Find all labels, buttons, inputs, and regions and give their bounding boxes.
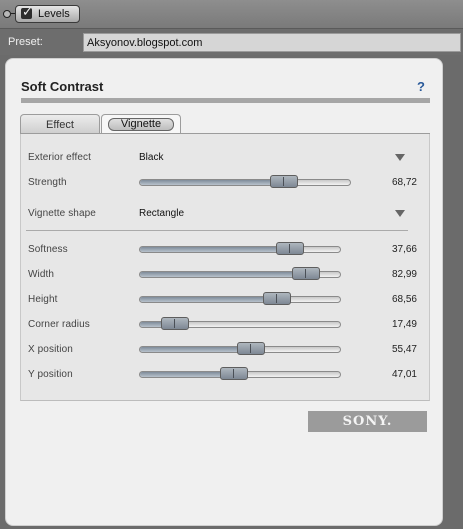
- corner-radius-slider-thumb[interactable]: [161, 317, 189, 330]
- y-position-slider-thumb[interactable]: [220, 367, 248, 380]
- height-slider-fill: [140, 297, 277, 302]
- corner-radius-slider[interactable]: [139, 317, 341, 330]
- preset-row: Preset: Aksyonov.blogspot.com: [0, 29, 463, 55]
- dropdown-arrow-icon[interactable]: [395, 210, 405, 217]
- plugin-chain-bar: ✓ Levels: [0, 0, 463, 29]
- width-value: 82,99: [391, 269, 417, 280]
- vignette-tab-content: Exterior effect Black Strength 68,72 Vig…: [20, 134, 430, 401]
- corner-radius-label: Corner radius: [28, 319, 90, 330]
- tab-effect[interactable]: Effect: [20, 114, 100, 133]
- strength-slider-fill: [140, 180, 284, 185]
- tab-bar: Effect Vignette: [20, 114, 430, 134]
- height-value: 68,56: [391, 294, 417, 305]
- checkbox-icon[interactable]: ✓: [21, 4, 33, 19]
- y-position-row: Y position 47,01: [21, 365, 431, 385]
- width-slider-thumb[interactable]: [292, 267, 320, 280]
- corner-radius-row: Corner radius 17,49: [21, 315, 431, 335]
- x-position-row: X position 55,47: [21, 340, 431, 360]
- width-slider-fill: [140, 272, 306, 277]
- sony-logo: SONY.: [308, 411, 427, 432]
- strength-slider[interactable]: [139, 175, 351, 188]
- dropdown-arrow-icon[interactable]: [395, 154, 405, 161]
- tab-vignette[interactable]: Vignette: [101, 114, 181, 133]
- softness-label: Softness: [28, 244, 68, 255]
- x-position-slider-fill: [140, 347, 251, 352]
- softness-value: 37,66: [391, 244, 417, 255]
- width-slider[interactable]: [139, 267, 341, 280]
- exterior-effect-row: Exterior effect Black: [21, 148, 431, 168]
- softness-slider-thumb[interactable]: [276, 242, 304, 255]
- height-row: Height 68,56: [21, 290, 431, 310]
- section-divider: [26, 230, 408, 231]
- vignette-shape-row: Vignette shape Rectangle: [21, 204, 431, 224]
- levels-plugin-button[interactable]: ✓ Levels: [15, 4, 80, 23]
- x-position-slider-thumb[interactable]: [237, 342, 265, 355]
- exterior-effect-label: Exterior effect: [28, 152, 92, 163]
- strength-label: Strength: [28, 177, 67, 188]
- corner-radius-value: 17,49: [391, 319, 417, 330]
- height-label: Height: [28, 294, 58, 305]
- plugin-panel: Soft Contrast ? Effect Vignette Exterior…: [5, 58, 443, 526]
- height-slider[interactable]: [139, 292, 341, 305]
- panel-title: Soft Contrast: [21, 79, 104, 94]
- width-label: Width: [28, 269, 55, 280]
- help-icon[interactable]: ?: [417, 79, 425, 94]
- exterior-effect-dropdown[interactable]: Black: [139, 152, 163, 163]
- y-position-value: 47,01: [391, 369, 417, 380]
- softness-slider-fill: [140, 247, 290, 252]
- tab-vignette-label: Vignette: [108, 118, 174, 131]
- y-position-slider[interactable]: [139, 367, 341, 380]
- strength-row: Strength 68,72: [21, 173, 431, 193]
- vignette-shape-label: Vignette shape: [28, 208, 96, 219]
- title-divider: [21, 98, 430, 103]
- levels-plugin-label: Levels: [38, 8, 70, 20]
- width-row: Width 82,99: [21, 265, 431, 285]
- preset-input[interactable]: Aksyonov.blogspot.com: [83, 33, 461, 52]
- preset-label: Preset:: [8, 36, 43, 48]
- x-position-value: 55,47: [391, 344, 417, 355]
- softness-slider[interactable]: [139, 242, 341, 255]
- vignette-shape-dropdown[interactable]: Rectangle: [139, 208, 184, 219]
- strength-slider-thumb[interactable]: [270, 175, 298, 188]
- height-slider-thumb[interactable]: [263, 292, 291, 305]
- softness-row: Softness 37,66: [21, 240, 431, 260]
- y-position-label: Y position: [28, 369, 73, 380]
- strength-value: 68,72: [391, 177, 417, 188]
- x-position-slider[interactable]: [139, 342, 341, 355]
- x-position-label: X position: [28, 344, 73, 355]
